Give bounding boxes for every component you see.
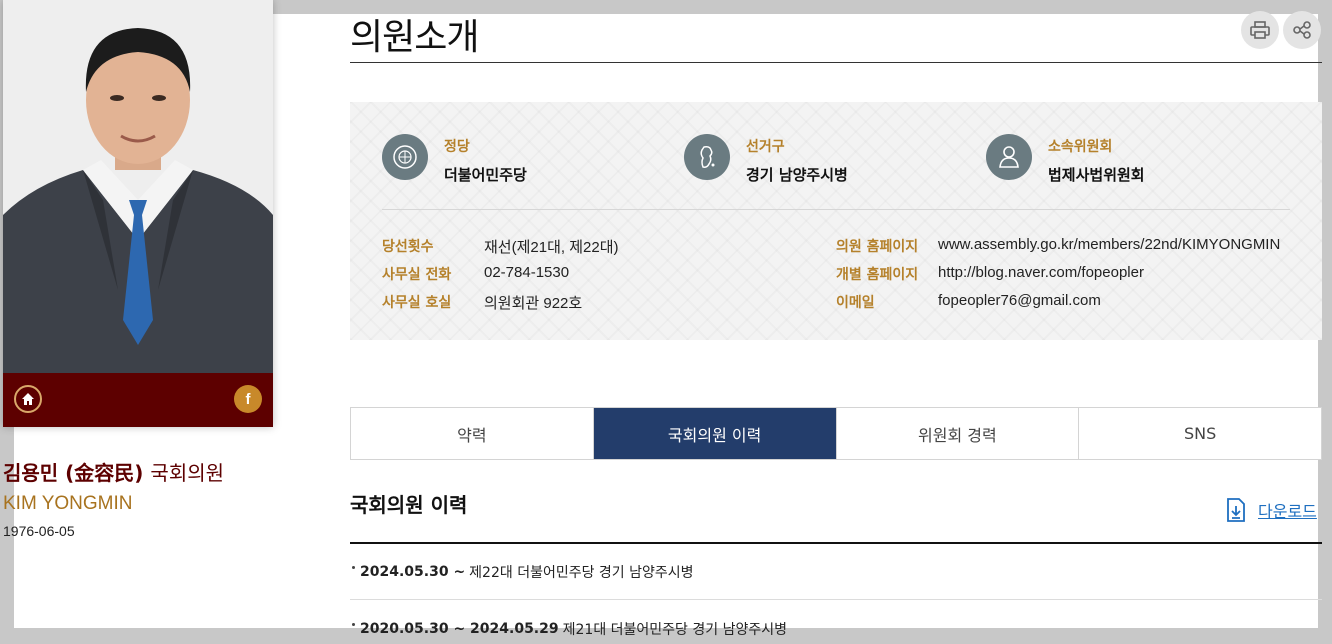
personal-homepage-row: 개별 홈페이지 http://blog.naver.com/fopeopler — [836, 264, 1144, 284]
office-phone-row: 사무실 전화 02-784-1530 — [382, 264, 569, 284]
member-name: 김용민 (金容民) 국회의원 — [3, 457, 224, 486]
info-divider — [382, 209, 1290, 210]
facebook-label: f — [245, 390, 251, 408]
profile-photo — [3, 0, 273, 373]
personal-homepage-label: 개별 홈페이지 — [836, 267, 919, 283]
tab-committee-career[interactable]: 위원회 경력 — [836, 408, 1080, 459]
profile-card: f — [3, 0, 273, 427]
download-button[interactable]: 다운로드 — [1226, 497, 1317, 523]
history-date: 2024.05.30 ~ — [360, 563, 466, 580]
member-birth-date: 1976-06-05 — [3, 523, 75, 539]
district-value: 경기 남양주시병 — [746, 166, 848, 184]
list-item: 2020.05.30 ~ 2024.05.29 제21대 더불어민주당 경기 남… — [350, 601, 1322, 644]
district-info: 선거구 경기 남양주시병 — [684, 134, 848, 185]
print-button[interactable] — [1241, 11, 1279, 49]
profile-tabs: 약력 국회의원 이력 위원회 경력 SNS — [350, 407, 1322, 460]
person-icon — [986, 134, 1032, 180]
office-phone-value: 02-784-1530 — [484, 264, 570, 281]
office-room-row: 사무실 호실 의원회관 922호 — [382, 292, 582, 313]
email-link[interactable]: fopeopler76@gmail.com — [938, 292, 1101, 312]
terms-row: 당선횟수 재선(제21대, 제22대) — [382, 236, 619, 257]
download-file-icon — [1227, 498, 1245, 522]
printer-icon — [1250, 21, 1270, 39]
office-phone-label: 사무실 전화 — [382, 267, 452, 283]
party-info: 정당 더불어민주당 — [382, 134, 527, 185]
party-emblem-icon — [382, 134, 428, 180]
history-date: 2020.05.30 ~ 2024.05.29 — [360, 621, 559, 637]
personal-homepage-link[interactable]: http://blog.naver.com/fopeopler — [938, 264, 1144, 284]
facebook-icon[interactable]: f — [234, 385, 262, 413]
committee-info: 소속위원회 법제사법위원회 — [986, 134, 1145, 185]
bullet-icon — [352, 623, 355, 626]
terms-value: 재선(제21대, 제22대) — [484, 239, 619, 256]
share-icon — [1293, 21, 1311, 39]
home-icon[interactable] — [14, 385, 42, 413]
bullet-icon — [352, 566, 355, 569]
download-label: 다운로드 — [1258, 502, 1317, 521]
committee-label: 소속위원회 — [1048, 139, 1113, 155]
page-title: 의원소개 — [350, 17, 479, 58]
office-room-value: 의원회관 922호 — [484, 295, 583, 312]
homepage-label: 의원 홈페이지 — [836, 239, 919, 255]
district-label: 선거구 — [746, 139, 785, 155]
title-divider — [350, 62, 1322, 63]
history-text: 제21대 더불어민주당 경기 남양주시병 — [562, 622, 787, 638]
member-name-kr: 김용민 (金容民) — [3, 461, 144, 485]
party-value: 더불어민주당 — [444, 166, 527, 184]
member-name-en: KIM YONGMIN — [3, 493, 133, 514]
list-item: 2024.05.30 ~ 제22대 더불어민주당 경기 남양주시병 — [350, 544, 1322, 600]
share-button[interactable] — [1283, 11, 1321, 49]
office-room-label: 사무실 호실 — [382, 295, 452, 311]
member-title: 국회의원 — [150, 461, 225, 485]
tab-sns[interactable]: SNS — [1079, 408, 1321, 459]
party-label: 정당 — [444, 139, 470, 155]
email-row: 이메일 fopeopler76@gmail.com — [836, 292, 1101, 312]
profile-link-bar: f — [3, 373, 273, 427]
tab-biography[interactable]: 약력 — [351, 408, 594, 459]
korea-map-icon — [684, 134, 730, 180]
email-label: 이메일 — [836, 295, 875, 311]
section-title: 국회의원 이력 — [350, 493, 468, 517]
tab-assembly-history[interactable]: 국회의원 이력 — [593, 408, 837, 459]
committee-value: 법제사법위원회 — [1048, 166, 1145, 184]
member-info-panel: 정당 더불어민주당 선거구 경기 남양주시병 소속위원회 법제사법위원회 당선횟… — [350, 102, 1322, 340]
history-text: 제22대 더불어민주당 경기 남양주시병 — [469, 564, 694, 581]
homepage-row: 의원 홈페이지 www.assembly.go.kr/members/22nd/… — [836, 236, 1280, 256]
terms-label: 당선횟수 — [382, 239, 434, 255]
homepage-link[interactable]: www.assembly.go.kr/members/22nd/KIMYONGM… — [938, 236, 1280, 256]
